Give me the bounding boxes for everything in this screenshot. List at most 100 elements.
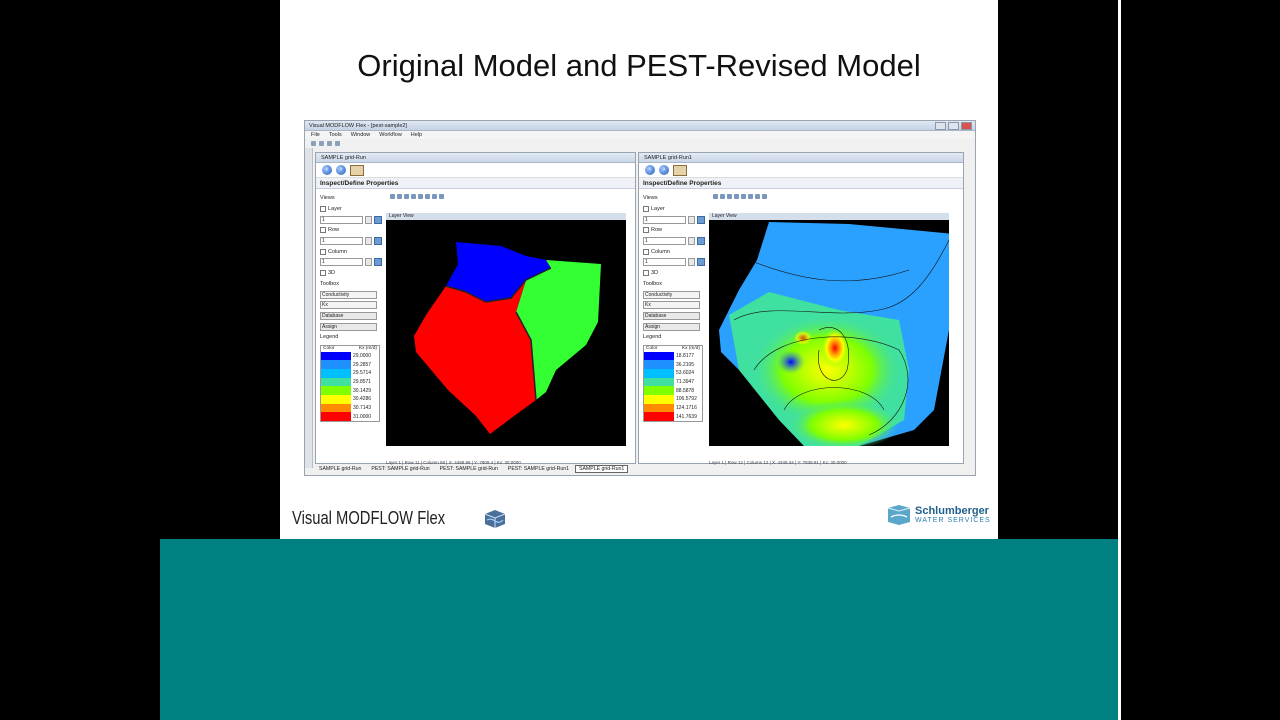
property-select[interactable]: Conductivity <box>320 290 377 299</box>
back-icon[interactable]: ‹ <box>322 165 332 175</box>
column-spinner[interactable] <box>365 258 372 267</box>
view-tool-icon[interactable] <box>741 194 746 199</box>
layer-spinner[interactable] <box>365 215 372 224</box>
menu-tools[interactable]: Tools <box>329 132 342 138</box>
view-tool-icon[interactable] <box>425 194 430 199</box>
layer-label: Layer <box>651 206 665 213</box>
view-tool-icon[interactable] <box>734 194 739 199</box>
model-explorer-strip[interactable] <box>305 148 313 468</box>
close-button[interactable] <box>961 121 972 130</box>
open-icon[interactable] <box>319 140 324 146</box>
menu-file[interactable]: File <box>311 132 320 138</box>
row-go-icon[interactable] <box>374 237 382 246</box>
column-checkbox[interactable] <box>643 248 649 255</box>
view-tool-icon[interactable] <box>390 194 395 199</box>
layer-view-tab[interactable]: Layer View <box>386 213 626 220</box>
view-tool-icon[interactable] <box>397 194 402 199</box>
legend-swatch <box>321 395 351 404</box>
view-tool-icon[interactable] <box>755 194 760 199</box>
app-titlebar: Visual MODFLOW Flex - [pest-sample2] <box>305 121 975 131</box>
workflow-step-icon[interactable] <box>673 164 687 176</box>
legend-swatch <box>321 403 351 413</box>
view-tool-icon[interactable] <box>727 194 732 199</box>
app-window: Visual MODFLOW Flex - [pest-sample2] Fil… <box>304 120 976 476</box>
assign-button[interactable]: Assign <box>320 322 377 331</box>
column-spinner[interactable] <box>688 258 695 267</box>
view-tool-icon[interactable] <box>720 194 725 199</box>
legend-swatch <box>644 395 674 404</box>
legend-value: 71.3947 <box>676 379 695 386</box>
row-checkbox[interactable] <box>320 227 326 234</box>
maximize-button[interactable] <box>948 121 959 130</box>
new-icon[interactable] <box>311 140 316 146</box>
view-tool-icon[interactable] <box>713 194 718 199</box>
view-tool-icon[interactable] <box>418 194 423 199</box>
layer-go-icon[interactable] <box>697 215 705 224</box>
component-select[interactable]: Kx <box>643 301 700 310</box>
row-checkbox[interactable] <box>643 227 649 234</box>
column-label: Column <box>328 248 347 255</box>
layer-input[interactable]: 1 <box>643 215 686 224</box>
row-input[interactable]: 1 <box>643 237 686 246</box>
tab-pest-2[interactable]: PEST: SAMPLE grid-Run <box>436 465 502 473</box>
property-select[interactable]: Conductivity <box>643 290 700 299</box>
threed-checkbox[interactable] <box>320 270 326 277</box>
column-input[interactable]: 1 <box>643 258 686 267</box>
layer-checkbox[interactable] <box>643 206 649 213</box>
column-checkbox[interactable] <box>320 248 326 255</box>
forward-icon[interactable]: › <box>659 165 669 175</box>
layer-checkbox[interactable] <box>320 206 326 213</box>
layer-input[interactable]: 1 <box>320 215 363 224</box>
legend-swatch <box>321 386 351 396</box>
layer-spinner[interactable] <box>688 215 695 224</box>
pane-title-text: SAMPLE grid-Run1 <box>644 154 692 161</box>
layer-view-panel: Layer View Layer 1 | Row 11 | Column 58 … <box>386 193 626 465</box>
forward-icon[interactable]: › <box>336 165 346 175</box>
view-tool-icon[interactable] <box>762 194 767 199</box>
row-go-icon[interactable] <box>697 237 705 246</box>
column-input[interactable]: 1 <box>320 258 363 267</box>
tab-pest-1[interactable]: PEST: SAMPLE grid-Run <box>367 465 433 473</box>
view-tool-icon[interactable] <box>432 194 437 199</box>
menu-workflow[interactable]: Workflow <box>379 132 402 138</box>
column-go-icon[interactable] <box>374 258 382 267</box>
tab-pest-3[interactable]: PEST: SAMPLE grid-Run1 <box>504 465 573 473</box>
database-button[interactable]: Database <box>643 311 700 320</box>
menu-help[interactable]: Help <box>411 132 422 138</box>
layer-view-canvas[interactable] <box>386 220 626 446</box>
view-tool-icon[interactable] <box>411 194 416 199</box>
legend-row: 18.8177 <box>644 351 702 361</box>
view-tool-icon[interactable] <box>404 194 409 199</box>
app-title: Visual MODFLOW Flex - [pest-sample2] <box>309 122 408 129</box>
database-button[interactable]: Database <box>320 311 377 320</box>
help-icon[interactable] <box>335 140 340 146</box>
legend-row: 29.2857 <box>321 360 379 369</box>
layer-go-icon[interactable] <box>374 215 382 224</box>
row-input[interactable]: 1 <box>320 237 363 246</box>
minimize-button[interactable] <box>935 121 946 130</box>
tab-sample-grid-run1[interactable]: SAMPLE grid-Run1 <box>575 465 629 473</box>
pane-title: SAMPLE grid-Run <box>316 153 635 163</box>
threed-checkbox[interactable] <box>643 270 649 277</box>
row-spinner[interactable] <box>365 237 372 246</box>
moderate-k-zone <box>793 330 813 346</box>
menu-window[interactable]: Window <box>351 132 371 138</box>
component-select[interactable]: Kx <box>320 301 377 310</box>
legend-row: 106.5792 <box>644 395 702 404</box>
workflow-step-icon[interactable] <box>350 164 364 176</box>
views-label: Views <box>320 195 335 202</box>
layer-view-canvas[interactable] <box>709 220 949 446</box>
save-icon[interactable] <box>327 140 332 146</box>
legend-swatch <box>321 377 351 387</box>
legend-row: 88.5878 <box>644 386 702 396</box>
assign-button[interactable]: Assign <box>643 322 700 331</box>
back-icon[interactable]: ‹ <box>645 165 655 175</box>
layer-view-tab[interactable]: Layer View <box>709 213 949 220</box>
column-go-icon[interactable] <box>697 258 705 267</box>
view-tool-icon[interactable] <box>748 194 753 199</box>
row-spinner[interactable] <box>688 237 695 246</box>
view-tool-icon[interactable] <box>439 194 444 199</box>
toolbox-label: Toolbox <box>320 280 339 287</box>
tab-sample-grid-run[interactable]: SAMPLE grid-Run <box>315 465 365 473</box>
zone-red <box>414 280 536 434</box>
